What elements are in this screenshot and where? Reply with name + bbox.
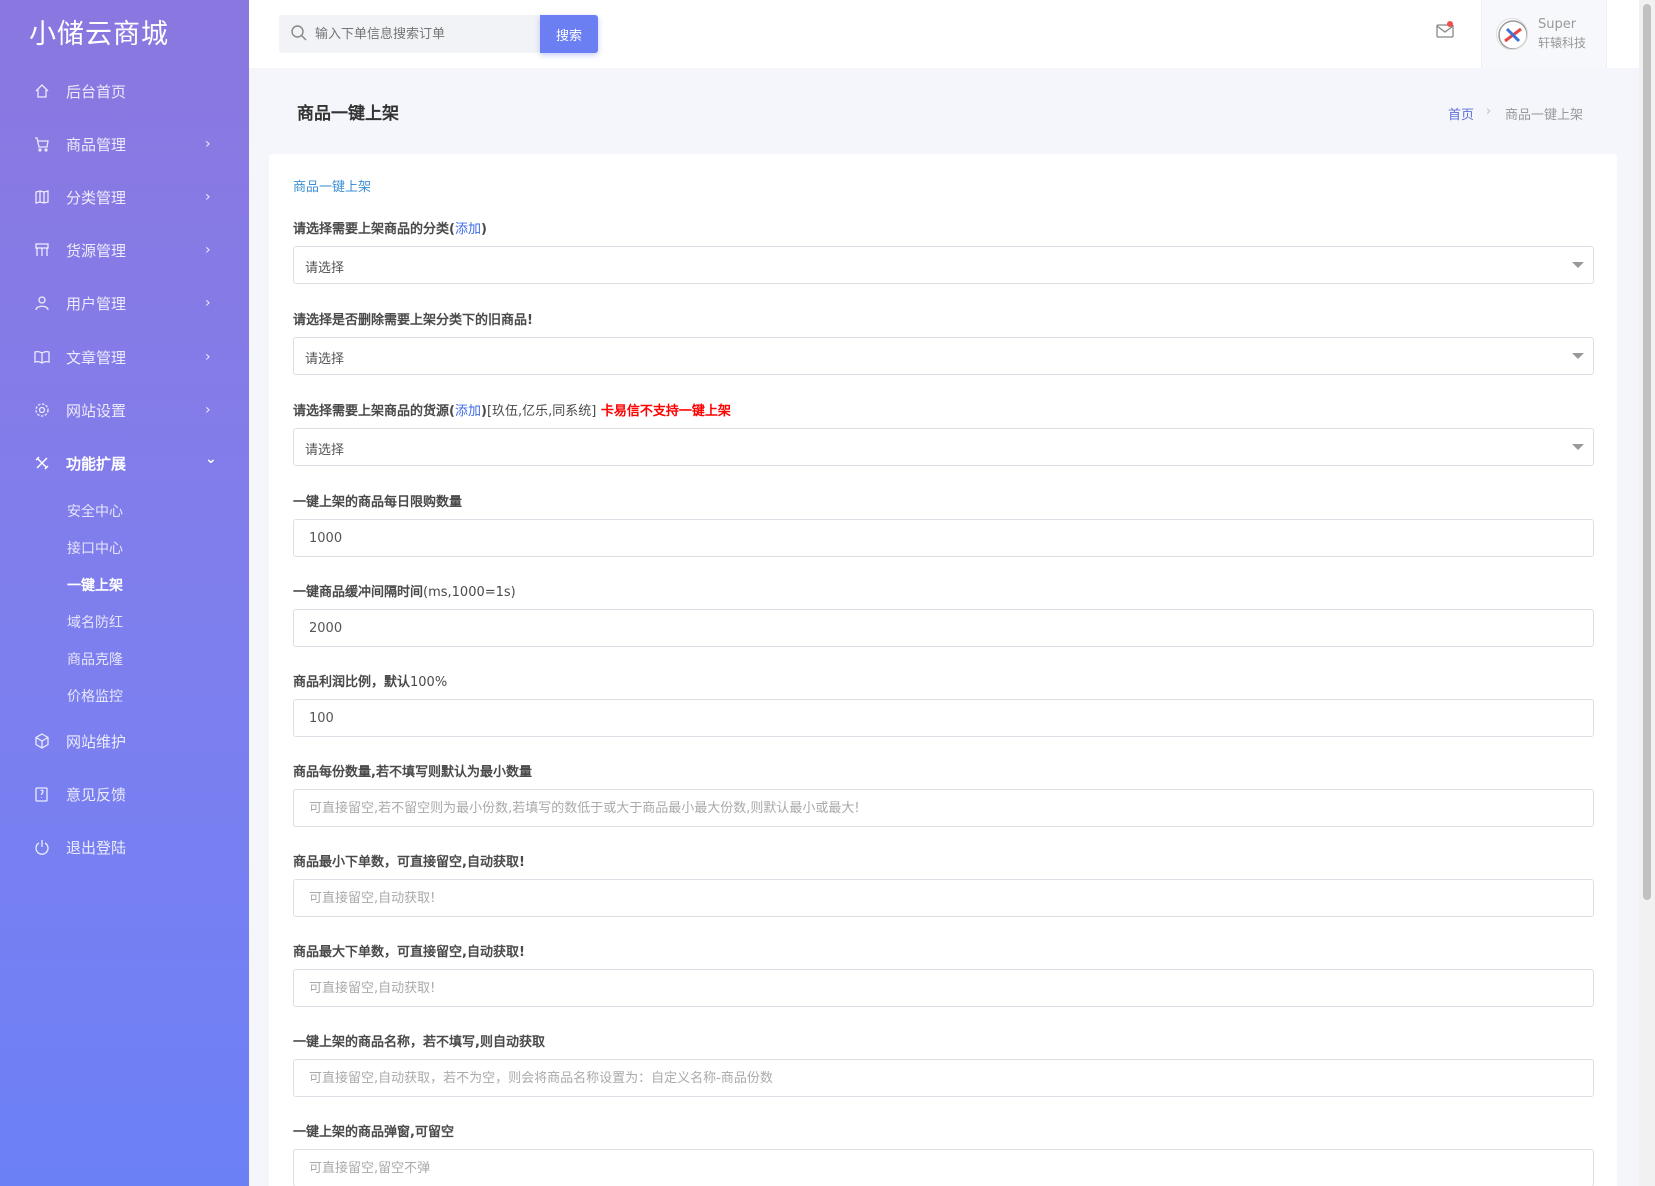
sidebar-subitem-api[interactable]: 接口中心 (67, 538, 123, 558)
top-header: 搜索 Super 轩辕科技 (249, 0, 1639, 68)
max-order-input[interactable] (293, 969, 1594, 1007)
max-order-label: 商品最大下单数，可直接留空,自动获取! (293, 945, 525, 960)
chevron-right-icon: › (205, 189, 211, 205)
source-label: 请选择需要上架商品的货源(添加)[玖伍,亿乐,同系统] 卡易信不支持一键上架 (293, 404, 731, 419)
book-icon (33, 348, 51, 366)
chevron-down-icon: ⌄ (205, 451, 217, 467)
page-title: 商品一键上架 (297, 104, 399, 124)
popup-label: 一键上架的商品弹窗,可留空 (293, 1125, 454, 1140)
caret-down-icon (1572, 444, 1584, 450)
power-icon (33, 838, 51, 856)
tools-icon (33, 454, 51, 472)
profit-input[interactable] (293, 699, 1594, 737)
sidebar-item-home[interactable]: 后台首页 (0, 71, 249, 111)
popup-input[interactable] (293, 1149, 1594, 1186)
caret-down-icon (1572, 353, 1584, 359)
delete-old-select[interactable]: 请选择 (293, 337, 1594, 375)
source-select[interactable]: 请选择 (293, 428, 1594, 466)
cart-icon (33, 135, 51, 153)
chevron-right-icon: › (205, 402, 211, 418)
category-select[interactable]: 请选择 (293, 246, 1594, 284)
source-warning: 卡易信不支持一键上架 (600, 404, 731, 419)
breadcrumb-current: 商品一键上架 (1505, 108, 1584, 123)
qty-input[interactable] (293, 789, 1594, 827)
caret-down-icon (1572, 262, 1584, 268)
sidebar-item-feedback[interactable]: 意见反馈 (0, 774, 249, 814)
card-title: 商品一键上架 (293, 180, 372, 195)
chevron-right-icon: › (205, 136, 211, 152)
breadcrumb-home-link[interactable]: 首页 (1448, 104, 1474, 123)
delete-old-label: 请选择是否删除需要上架分类下的旧商品! (293, 313, 533, 328)
form-card: 商品一键上架 请选择需要上架商品的分类(添加) 请选择 请选择是否删除需要上架分… (269, 154, 1617, 1186)
sidebar-subitem-domain[interactable]: 域名防红 (67, 612, 123, 632)
sidebar-item-maintenance[interactable]: 网站维护 (0, 721, 249, 761)
notification-dot (1447, 21, 1453, 27)
category-add-link[interactable]: 添加 (455, 222, 481, 237)
feedback-icon (33, 785, 51, 803)
user-org: 轩辕科技 (1538, 36, 1587, 50)
source-add-link[interactable]: 添加 (455, 404, 481, 419)
sidebar-item-users[interactable]: 用户管理 › (0, 283, 249, 323)
gear-icon (33, 401, 51, 419)
sidebar-item-sources[interactable]: 货源管理 › (0, 230, 249, 270)
sidebar: 小储云商城 后台首页 商品管理 › 分类管理 › 货源管理 › 用户管理 › 文… (0, 0, 249, 1186)
interval-label: 一键商品缓冲间隔时间(ms,1000=1s) (293, 585, 516, 600)
chevron-right-icon: › (205, 295, 211, 311)
daily-limit-label: 一键上架的商品每日限购数量 (293, 495, 463, 510)
search-box (279, 15, 540, 53)
search-input[interactable] (315, 15, 535, 53)
product-name-input[interactable] (293, 1059, 1594, 1097)
sidebar-subitem-clone[interactable]: 商品克隆 (67, 649, 123, 669)
user-menu[interactable]: Super 轩辕科技 (1481, 0, 1607, 68)
category-label: 请选择需要上架商品的分类(添加) (293, 222, 487, 237)
user-icon (33, 294, 51, 312)
sidebar-item-products[interactable]: 商品管理 › (0, 124, 249, 164)
sidebar-item-categories[interactable]: 分类管理 › (0, 177, 249, 217)
avatar (1496, 18, 1528, 50)
search-icon (290, 24, 308, 46)
sidebar-item-settings[interactable]: 网站设置 › (0, 390, 249, 430)
chevron-right-icon: › (205, 349, 211, 365)
box-icon (33, 732, 51, 750)
sidebar-subitem-price[interactable]: 价格监控 (67, 686, 123, 706)
interval-input[interactable] (293, 609, 1594, 647)
profit-label: 商品利润比例，默认100% (293, 675, 448, 690)
grid-icon (33, 241, 51, 259)
qty-label: 商品每份数量,若不填写则默认为最小数量 (293, 765, 532, 780)
daily-limit-input[interactable] (293, 519, 1594, 557)
sidebar-subitem-one-click[interactable]: 一键上架 (67, 575, 123, 595)
scrollbar-thumb[interactable] (1643, 4, 1651, 900)
product-name-label: 一键上架的商品名称，若不填写,则自动获取 (293, 1035, 545, 1050)
sidebar-subitem-security[interactable]: 安全中心 (67, 501, 123, 521)
min-order-input[interactable] (293, 879, 1594, 917)
home-icon (33, 82, 51, 100)
breadcrumb-separator: › (1486, 104, 1492, 119)
min-order-label: 商品最小下单数，可直接留空,自动获取! (293, 855, 525, 870)
sidebar-item-articles[interactable]: 文章管理 › (0, 337, 249, 377)
sidebar-item-extensions[interactable]: 功能扩展 ⌄ (0, 443, 249, 483)
sidebar-item-logout[interactable]: 退出登陆 (0, 827, 249, 867)
chevron-right-icon: › (205, 242, 211, 258)
brand-logo: 小储云商城 (29, 19, 169, 50)
user-name: Super (1538, 17, 1577, 32)
search-button[interactable]: 搜索 (540, 15, 598, 53)
map-icon (33, 188, 51, 206)
